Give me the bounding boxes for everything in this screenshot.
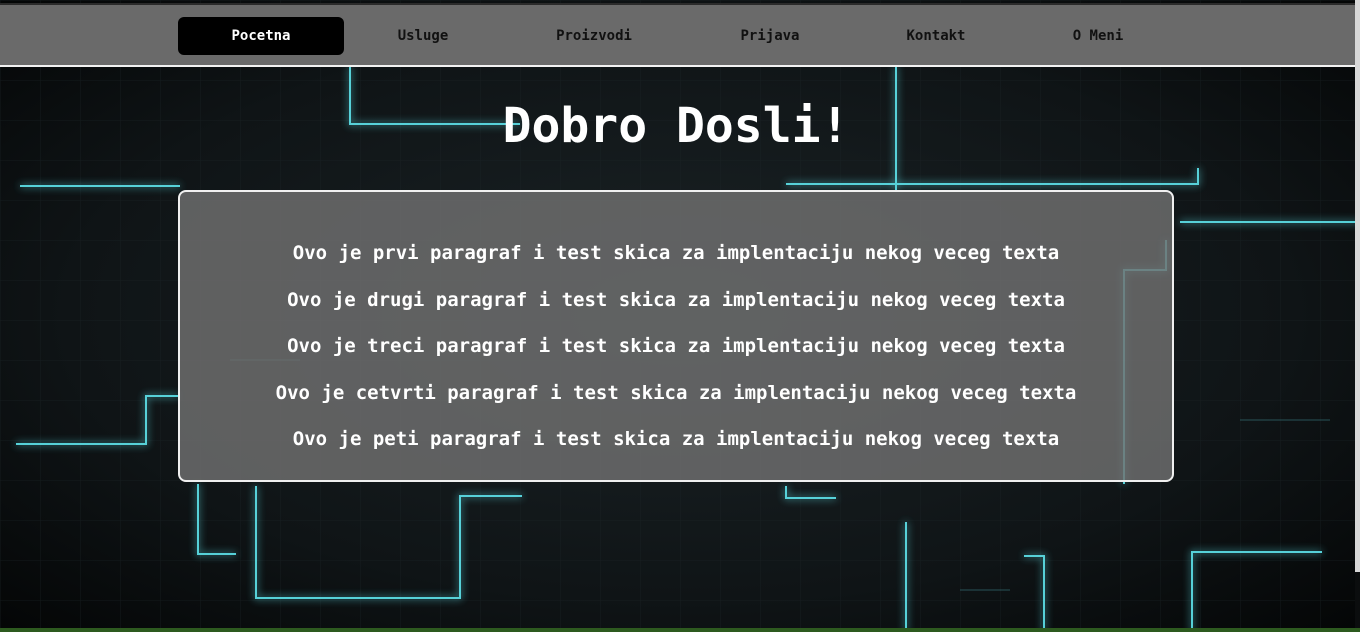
paragraph: Ovo je peti paragraf i test skica za imp… <box>292 428 1060 450</box>
nav-item-pocetna[interactable]: Pocetna <box>178 17 344 55</box>
scrollbar-track[interactable] <box>1355 572 1360 628</box>
paragraph: Ovo je drugi paragraf i test skica za im… <box>287 288 1065 311</box>
paragraph: Ovo je cetvrti paragraf i test skica za … <box>275 381 1077 404</box>
page: Pocetna Usluge Proizvodi Prijava Kontakt… <box>0 0 1360 632</box>
paragraph: Ovo je prvi paragraf i test skica za imp… <box>292 242 1060 264</box>
paragraph: Ovo je treci paragraf i test skica za im… <box>287 335 1065 357</box>
nav-item-usluge[interactable]: Usluge <box>360 17 486 55</box>
nav-item-prijava[interactable]: Prijava <box>710 17 830 55</box>
welcome-heading: Dobro Dosli! <box>502 98 850 154</box>
bottom-edge-strip <box>0 628 1360 632</box>
nav-item-o-meni[interactable]: O Meni <box>1040 17 1156 55</box>
nav-item-proizvodi[interactable]: Proizvodi <box>524 17 664 55</box>
nav-item-kontakt[interactable]: Kontakt <box>872 17 1000 55</box>
content-panel: Ovo je prvi paragraf i test skica za imp… <box>178 190 1174 482</box>
top-navbar: Pocetna Usluge Proizvodi Prijava Kontakt… <box>0 3 1360 67</box>
vertical-scrollbar[interactable] <box>1355 0 1360 572</box>
